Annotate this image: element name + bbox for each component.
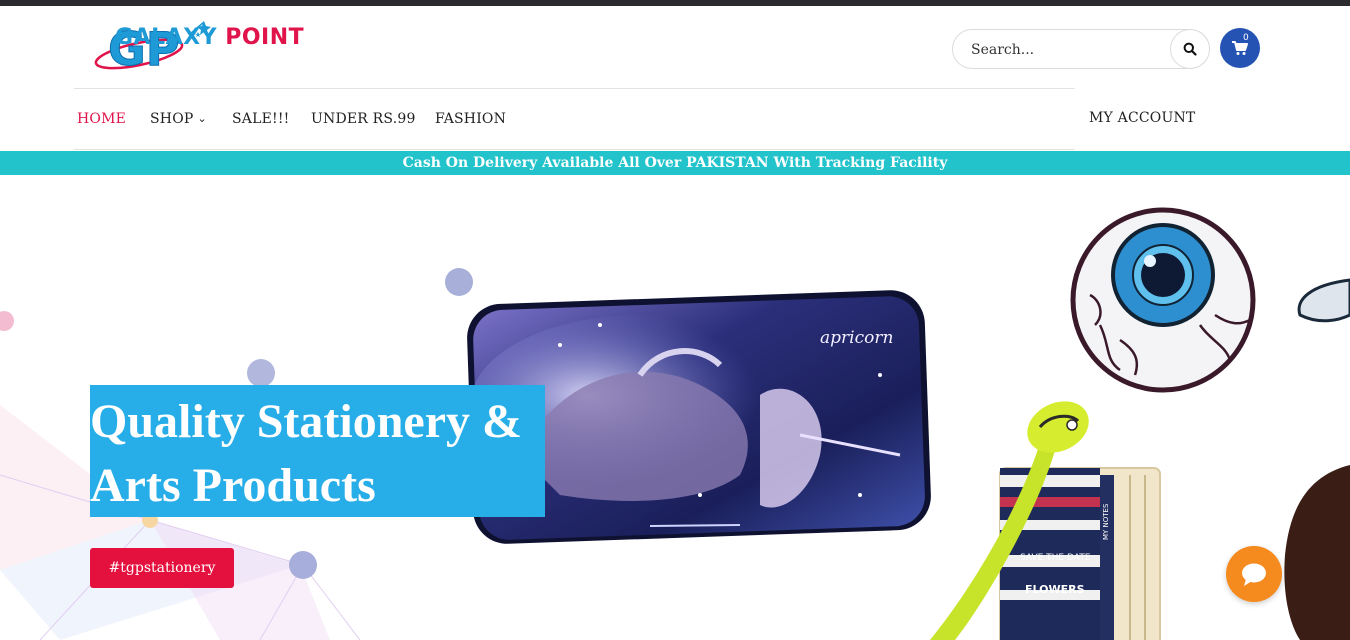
notice-text: Cash On Delivery Available All Over PAKI… (402, 155, 948, 171)
svg-text:MY NOTES: MY NOTES (1102, 503, 1110, 540)
svg-text:SAVE THE DATE: SAVE THE DATE (1020, 553, 1091, 563)
nav-item-sale[interactable]: SALE!!! (232, 111, 290, 127)
nav-item-under-rs99[interactable]: UNDER RS.99 (311, 111, 416, 127)
search-button[interactable] (1170, 29, 1210, 69)
decor-dot (289, 551, 317, 579)
chevron-down-icon: ⌄ (197, 112, 207, 125)
partial-pin-image (1297, 278, 1350, 323)
svg-text:apricorn: apricorn (820, 328, 893, 348)
search-input[interactable] (971, 39, 1161, 61)
brand-name-part2: POINT (225, 25, 305, 50)
brand-name-part1: GALAXY (115, 25, 218, 50)
nav-item-home[interactable]: HOME (77, 111, 126, 127)
my-account-link[interactable]: MY ACCOUNT (1089, 110, 1195, 126)
site-header: GP GALAXY POINT 0 (0, 6, 1350, 88)
nav-item-shop-label: SHOP (150, 111, 194, 127)
chat-button[interactable] (1226, 546, 1282, 602)
chat-bubble-icon (1242, 563, 1266, 586)
cart-count-badge: 0 (1243, 33, 1249, 43)
brand-name[interactable]: GALAXY POINT (115, 25, 304, 50)
hero-headline-line1: Quality Stationery & (90, 395, 522, 448)
search-icon (1183, 42, 1197, 56)
hero-headline-line2: Arts Products (90, 459, 376, 512)
nav-item-shop[interactable]: SHOP ⌄ (150, 111, 207, 127)
cart-button[interactable]: 0 (1220, 28, 1260, 68)
svg-text:FLOWERS: FLOWERS (1025, 583, 1085, 596)
eyeball-pin-image (1070, 207, 1256, 393)
main-nav: HOME SHOP ⌄ SALE!!! UNDER RS.99 FASHION (74, 88, 1075, 150)
decor-dot (445, 268, 473, 296)
nav-item-fashion[interactable]: FASHION (435, 111, 506, 127)
search-box (952, 29, 1210, 69)
hero-headline: Quality Stationery & Arts Products (90, 385, 545, 517)
tgpstationery-button[interactable]: #tgpstationery (90, 548, 234, 588)
decor-dot (0, 311, 14, 331)
notice-bar: Cash On Delivery Available All Over PAKI… (0, 151, 1350, 175)
partial-cat-pin-image (1284, 465, 1350, 640)
decor-dot (247, 359, 275, 387)
